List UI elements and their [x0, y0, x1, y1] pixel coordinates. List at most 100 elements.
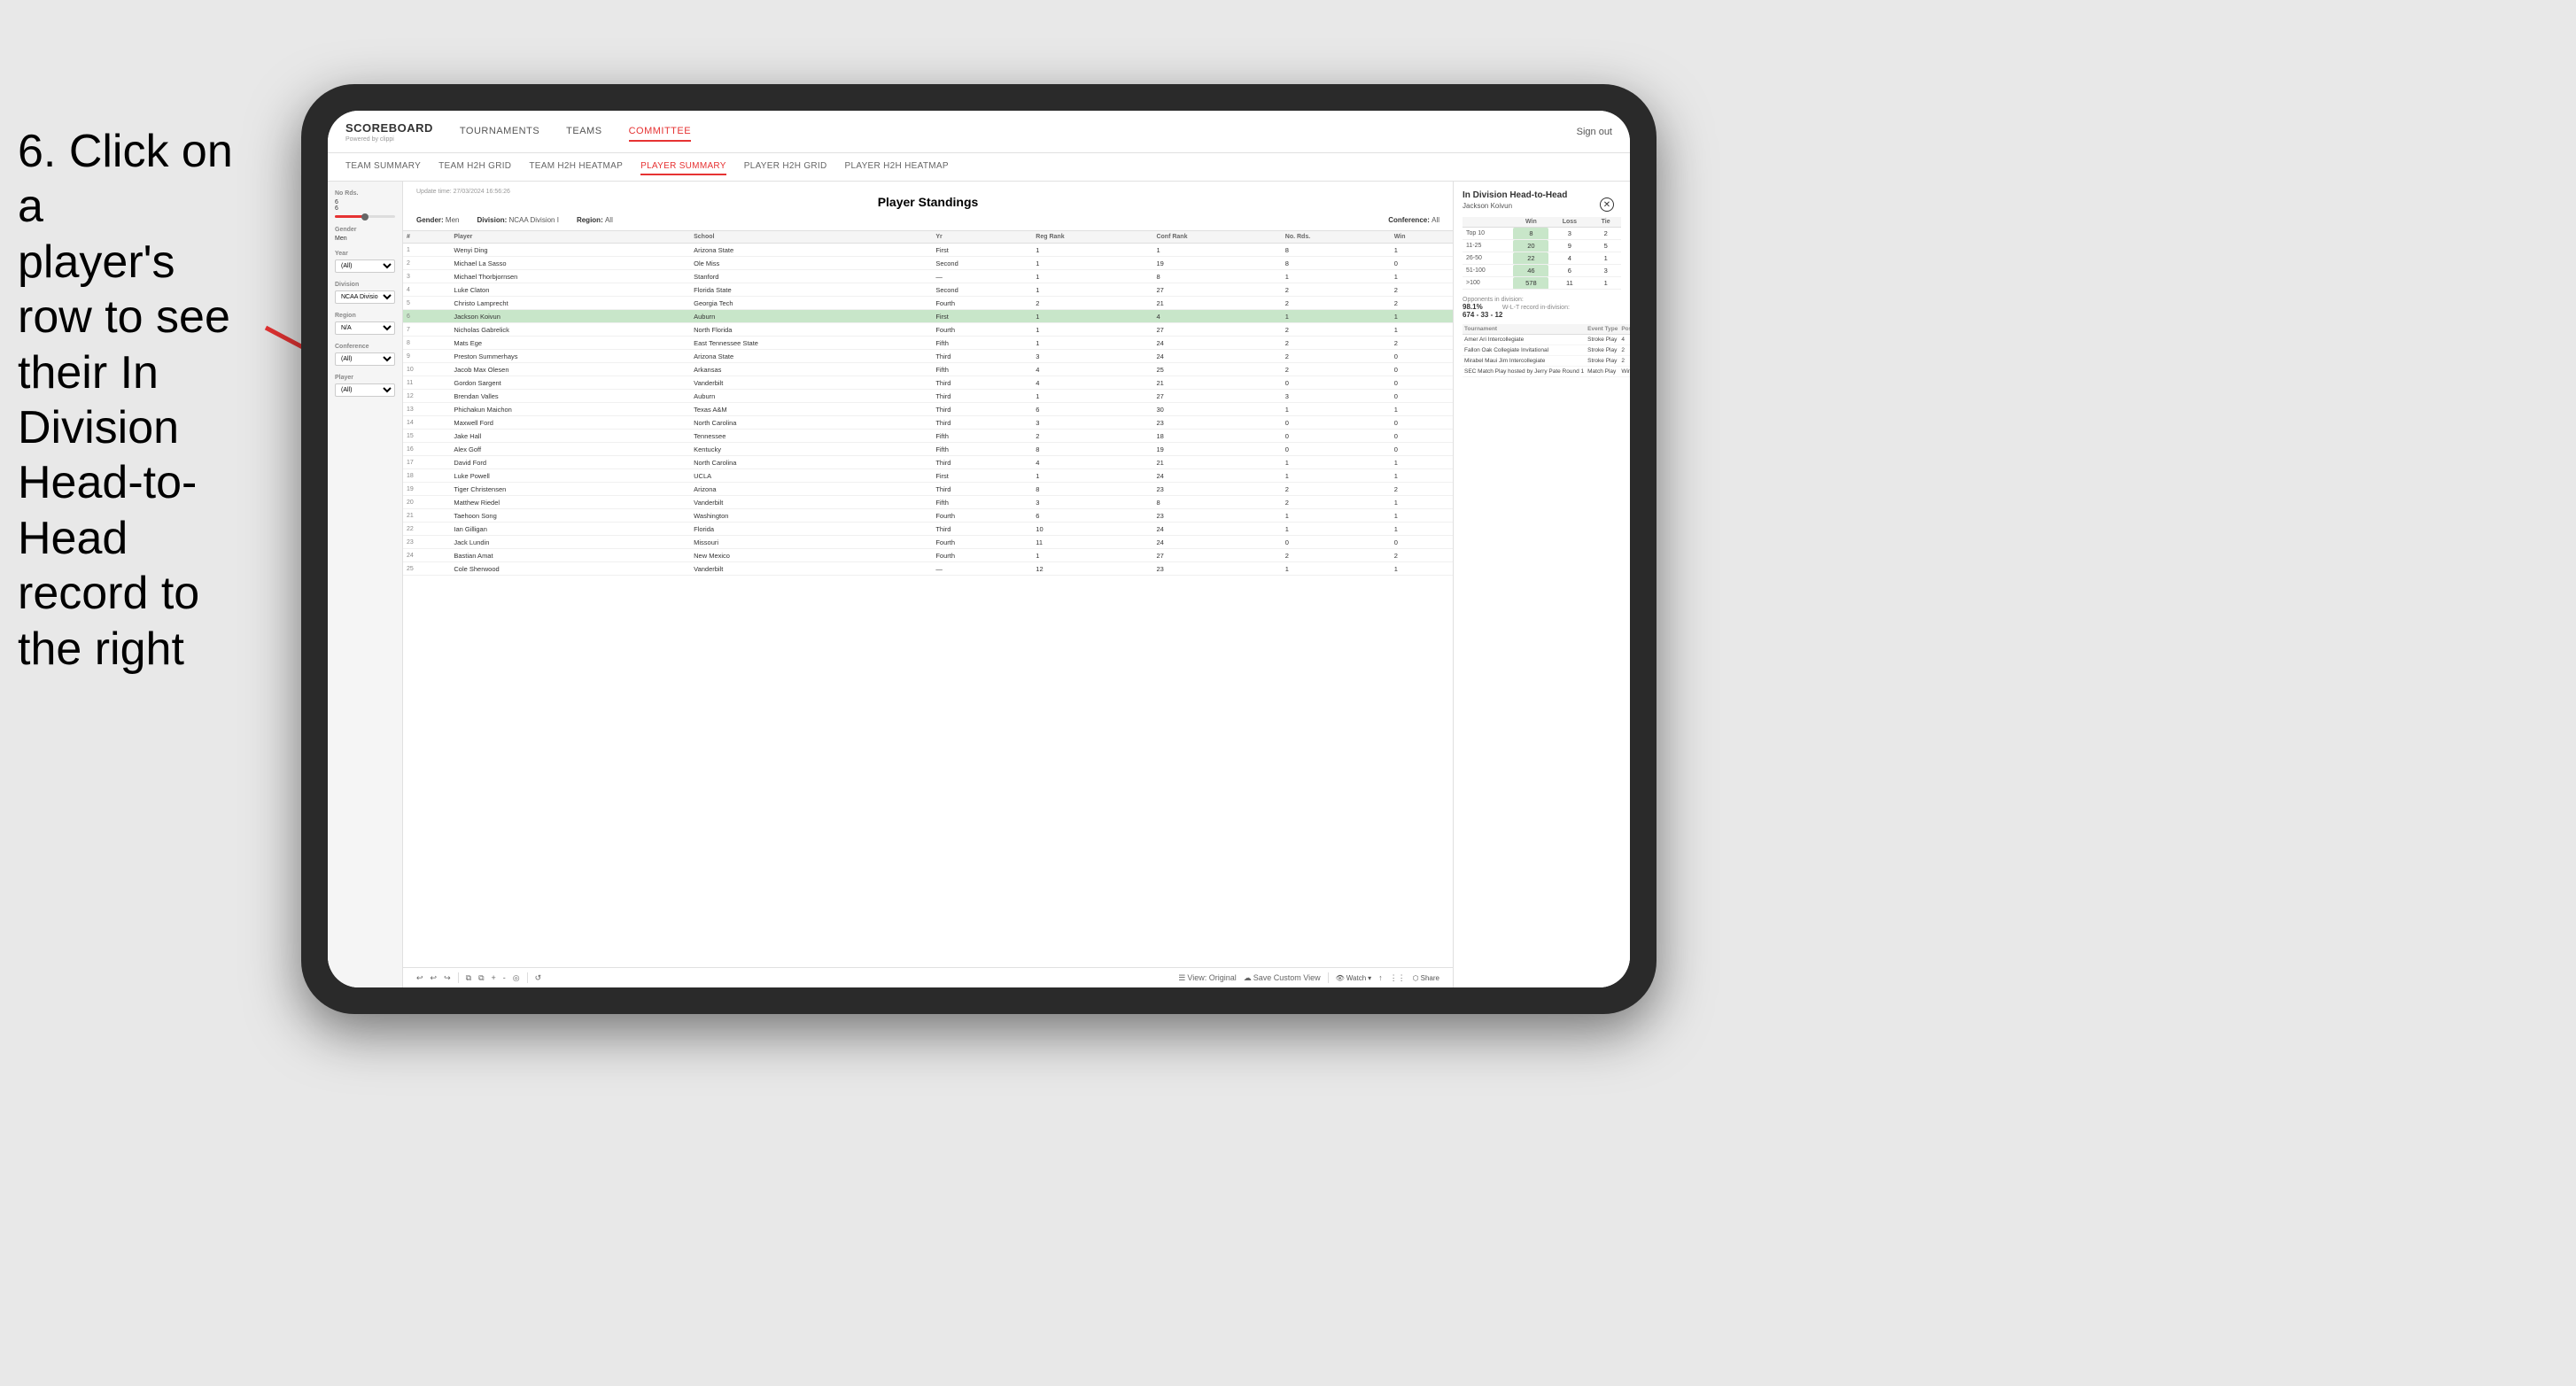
center-panel: Update time: 27/03/2024 16:56:26 Player …: [403, 182, 1453, 987]
sign-out-button[interactable]: Sign out: [1577, 127, 1612, 137]
col-yr: Yr: [932, 231, 1032, 244]
h2h-panel: In Division Head-to-Head Jackson Koivun …: [1453, 182, 1630, 987]
table-row[interactable]: 24 Bastian Amat New Mexico Fourth 1 27 2…: [403, 549, 1453, 562]
update-time: Update time: 27/03/2024 16:56:26: [416, 189, 1439, 195]
opp-pct: 98.1%: [1463, 303, 1483, 311]
table-row[interactable]: 20 Matthew Riedel Vanderbilt Fifth 3 8 2…: [403, 496, 1453, 509]
h2h-table: Win Loss Tie Top 10 8 3 2 11: [1463, 217, 1621, 290]
redo-button[interactable]: ↪: [444, 973, 451, 983]
tab-team-h2h-grid[interactable]: TEAM H2H GRID: [438, 159, 511, 175]
opp-stats: Opponents in division: 98.1% W-L-T recor…: [1463, 297, 1621, 319]
sidebar-region-section: Region N/A: [335, 313, 395, 335]
view-original-button[interactable]: ☰ View: Original: [1178, 973, 1236, 983]
h2h-row-1125[interactable]: 11-25 20 9 5: [1463, 240, 1621, 252]
table-row[interactable]: 4 Luke Claton Florida State Second 1 27 …: [403, 283, 1453, 297]
table-row[interactable]: 10 Jacob Max Olesen Arkansas Fifth 4 25 …: [403, 363, 1453, 376]
h2h-row-top10[interactable]: Top 10 8 3 2: [1463, 228, 1621, 240]
table-row[interactable]: 1 Wenyi Ding Arizona State First 1 1 8 1: [403, 244, 1453, 257]
tab-player-summary[interactable]: PLAYER SUMMARY: [640, 159, 726, 175]
save-custom-button[interactable]: ☁ Save Custom View: [1244, 973, 1321, 983]
h2h-row-2650[interactable]: 26-50 22 4 1: [1463, 252, 1621, 265]
tab-team-h2h-heatmap[interactable]: TEAM H2H HEATMAP: [529, 159, 623, 175]
year-select[interactable]: (All): [335, 259, 395, 273]
sidebar-filters: No Rds. 6 6 Gender Men Year: [328, 182, 403, 987]
table-row[interactable]: 7 Nicholas Gabrelick North Florida Fourt…: [403, 323, 1453, 337]
share-button[interactable]: ⬡ Share: [1413, 974, 1439, 982]
nav-teams[interactable]: TEAMS: [566, 122, 601, 142]
table-row[interactable]: 6 Jackson Koivun Auburn First 1 4 1 1: [403, 310, 1453, 323]
sidebar-division-section: Division NCAA Division I: [335, 282, 395, 304]
tab-player-h2h-grid[interactable]: PLAYER H2H GRID: [744, 159, 827, 175]
h2h-title: In Division Head-to-Head: [1463, 190, 1621, 200]
tab-team-summary[interactable]: TEAM SUMMARY: [345, 159, 421, 175]
division-select[interactable]: NCAA Division I: [335, 290, 395, 304]
toolbar-icon2[interactable]: ⋮⋮: [1390, 973, 1406, 983]
sub-nav: TEAM SUMMARY TEAM H2H GRID TEAM H2H HEAT…: [328, 153, 1630, 182]
device-frame: SCOREBOARD Powered by clippi TOURNAMENTS…: [301, 84, 1657, 1014]
h2h-player-name: Jackson Koivun: [1463, 202, 1621, 210]
table-header-row: # Player School Yr Reg Rank Conf Rank No…: [403, 231, 1453, 244]
panel-header: Update time: 27/03/2024 16:56:26 Player …: [403, 182, 1453, 231]
wlt-record: 674 - 33 - 12: [1463, 311, 1502, 319]
filter-row: Gender: Men Division: NCAA Division I Re…: [416, 213, 1439, 227]
h2h-row-over100[interactable]: >100 578 11 1: [1463, 277, 1621, 290]
col-reg-rank: Reg Rank: [1032, 231, 1152, 244]
region-select[interactable]: N/A: [335, 321, 395, 335]
undo-button[interactable]: ↩: [416, 973, 423, 983]
tourn-row[interactable]: Amer Ari Intercollegiate Stroke Play 4 -…: [1463, 335, 1630, 345]
table-row[interactable]: 25 Cole Sherwood Vanderbilt — 12 23 1 1: [403, 562, 1453, 576]
table-row[interactable]: 15 Jake Hall Tennessee Fifth 2 18 0 0: [403, 430, 1453, 443]
col-player: Player: [450, 231, 690, 244]
table-row[interactable]: 17 David Ford North Carolina Third 4 21 …: [403, 456, 1453, 469]
logo-sub: Powered by clippi: [345, 136, 433, 143]
table-row[interactable]: 12 Brendan Valles Auburn Third 1 27 3 0: [403, 390, 1453, 403]
table-row[interactable]: 8 Mats Ege East Tennessee State Fifth 1 …: [403, 337, 1453, 350]
tourn-row[interactable]: Mirabel Maui Jim Intercollegiate Stroke …: [1463, 356, 1630, 367]
col-rank: #: [403, 231, 450, 244]
tourn-row[interactable]: Fallon Oak Collegiate Invitational Strok…: [1463, 345, 1630, 356]
table-row[interactable]: 18 Luke Powell UCLA First 1 24 1 1: [403, 469, 1453, 483]
sidebar-no-rds: No Rds. 6 6: [335, 190, 395, 218]
player-select[interactable]: (All): [335, 383, 395, 397]
nav-committee[interactable]: COMMITTEE: [629, 122, 692, 142]
copy-button[interactable]: ⧉: [466, 973, 471, 983]
table-row[interactable]: 22 Ian Gilligan Florida Third 10 24 1 1: [403, 523, 1453, 536]
nav-items: TOURNAMENTS TEAMS COMMITTEE: [460, 122, 1577, 142]
table-row[interactable]: 19 Tiger Christensen Arizona Third 8 23 …: [403, 483, 1453, 496]
col-school: School: [690, 231, 932, 244]
table-row[interactable]: 13 Phichakun Maichon Texas A&M Third 6 3…: [403, 403, 1453, 416]
main-content: No Rds. 6 6 Gender Men Year: [328, 182, 1630, 987]
toolbar-icon1[interactable]: ↑: [1378, 973, 1383, 982]
tournaments-section: Tournament Event Type Pos Score Amer Ari…: [1463, 324, 1621, 377]
table-row[interactable]: 14 Maxwell Ford North Carolina Third 3 2…: [403, 416, 1453, 430]
instruction-text: 6. Click on a player's row to see their …: [0, 106, 266, 694]
table-row[interactable]: 9 Preston Summerhays Arizona State Third…: [403, 350, 1453, 363]
table-row[interactable]: 2 Michael La Sasso Ole Miss Second 1 19 …: [403, 257, 1453, 270]
tab-player-h2h-heatmap[interactable]: PLAYER H2H HEATMAP: [845, 159, 949, 175]
logo-area: SCOREBOARD Powered by clippi: [345, 120, 433, 143]
nav-tournaments[interactable]: TOURNAMENTS: [460, 122, 539, 142]
table-row[interactable]: 5 Christo Lamprecht Georgia Tech Fourth …: [403, 297, 1453, 310]
close-h2h-button[interactable]: ✕: [1600, 197, 1614, 212]
table-row[interactable]: 16 Alex Goff Kentucky Fifth 8 19 0 0: [403, 443, 1453, 456]
table-row[interactable]: 11 Gordon Sargent Vanderbilt Third 4 21 …: [403, 376, 1453, 390]
tourn-row[interactable]: SEC Match Play hosted by Jerry Pate Roun…: [1463, 367, 1630, 377]
h2h-row-51100[interactable]: 51-100 46 6 3: [1463, 265, 1621, 277]
h2h-header: In Division Head-to-Head Jackson Koivun …: [1463, 190, 1621, 210]
copy2-button[interactable]: ⧉: [478, 973, 484, 983]
table-row[interactable]: 23 Jack Lundin Missouri Fourth 11 24 0 0: [403, 536, 1453, 549]
table-row[interactable]: 21 Taehoon Song Washington Fourth 6 23 1…: [403, 509, 1453, 523]
device-screen: SCOREBOARD Powered by clippi TOURNAMENTS…: [328, 111, 1630, 987]
logo-text: SCOREBOARD: [345, 121, 433, 135]
conference-select[interactable]: (All): [335, 352, 395, 366]
refresh-button[interactable]: ↺: [535, 973, 542, 983]
watch-button[interactable]: 👁 Watch ▾: [1336, 974, 1372, 982]
table-row[interactable]: 3 Michael Thorbjornsen Stanford — 1 8 1 …: [403, 270, 1453, 283]
top-nav: SCOREBOARD Powered by clippi TOURNAMENTS…: [328, 111, 1630, 153]
tournaments-table: Tournament Event Type Pos Score Amer Ari…: [1463, 324, 1630, 377]
undo2-button[interactable]: ↩: [431, 973, 438, 983]
col-win: Win: [1391, 231, 1453, 244]
sidebar-player-section: Player (All): [335, 375, 395, 397]
col-rds: No. Rds.: [1282, 231, 1391, 244]
player-table: # Player School Yr Reg Rank Conf Rank No…: [403, 231, 1453, 576]
